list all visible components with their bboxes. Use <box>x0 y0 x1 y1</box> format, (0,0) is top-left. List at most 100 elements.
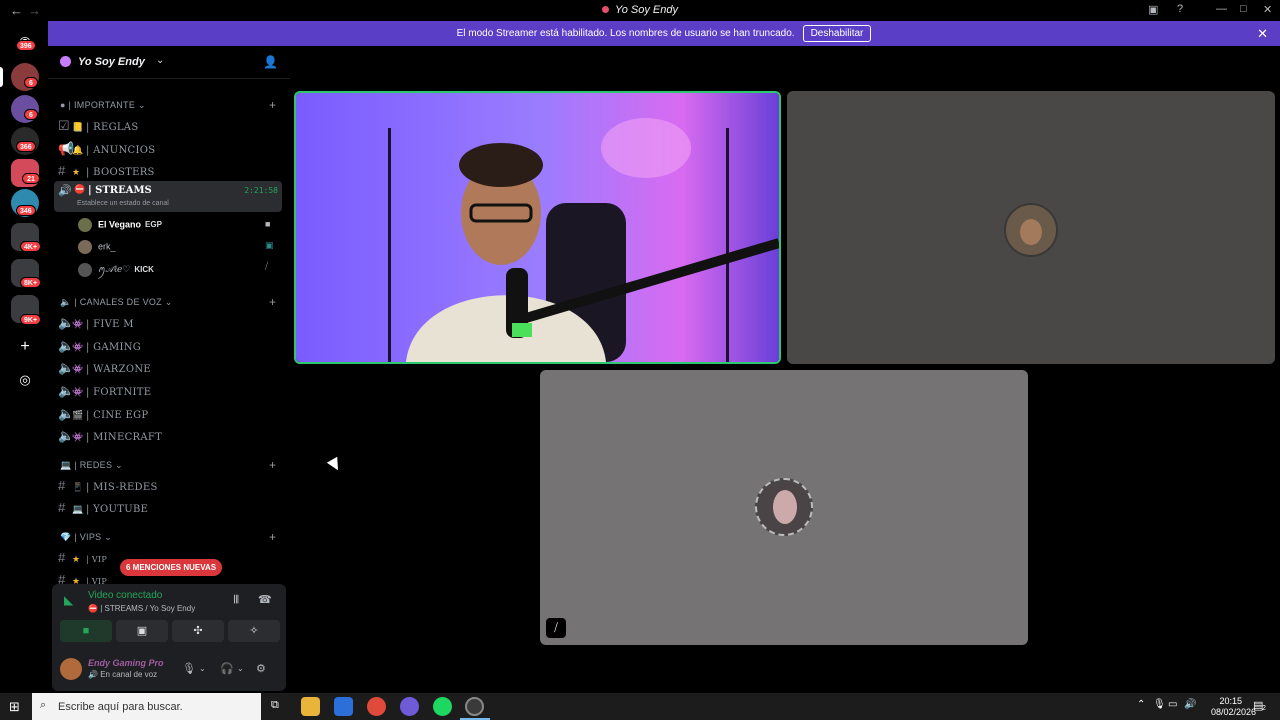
store-icon[interactable] <box>334 697 353 716</box>
avatar <box>78 218 92 232</box>
windows-start-icon[interactable]: ⊞ <box>9 699 20 715</box>
channel-fivem[interactable]: 🔈👾 | FIVE M <box>58 315 134 331</box>
network-icon[interactable]: ▭ <box>1168 699 1177 710</box>
taskbar-search[interactable]: ⌕ Escribe aquí para buscar. <box>32 693 261 720</box>
hash-icon: # <box>58 478 66 493</box>
close-icon[interactable]: ✕ <box>1257 26 1268 42</box>
disconnect-icon[interactable]: ☎ <box>258 593 272 606</box>
speaker-icon: 🔊 <box>58 185 72 197</box>
server-icon <box>602 6 609 13</box>
channel-label: | MINECRAFT <box>86 432 163 443</box>
voice-channel-path[interactable]: ⛔ | STREAMS / Yo Soy Endy <box>88 604 195 613</box>
maximize-icon[interactable]: □ <box>1240 3 1247 15</box>
video-tile-participant[interactable]: ⧸ <box>540 370 1028 645</box>
channel-vip[interactable]: # ★ | VIP <box>58 550 107 565</box>
mic-icon[interactable]: 🎙 <box>1153 699 1166 710</box>
server-badge-icon <box>60 56 71 67</box>
category-vips[interactable]: 💎 | VIPS ⌄ <box>60 532 112 543</box>
channel-label: | GAMING <box>86 342 142 353</box>
window-title-text: Yo Soy Endy <box>615 4 678 16</box>
channel-gaming[interactable]: 🔈👾 | GAMING <box>58 338 141 354</box>
server-name: Yo Soy Endy <box>78 56 145 68</box>
channel-anuncios[interactable]: 📢🔔 | ANUNCIOS <box>58 141 155 157</box>
gear-icon[interactable]: ⚙ <box>256 662 266 675</box>
channel-streams[interactable]: 🔊 ⛔ | STREAMS 2:21:58 Establece un estad… <box>54 181 282 212</box>
chevron-down-icon: ⌄ <box>156 55 165 66</box>
add-member-icon[interactable]: 👤 <box>263 55 278 69</box>
category-canales-voz[interactable]: 🔈 | CANALES DE VOZ ⌄ <box>60 297 173 308</box>
voice-user[interactable]: ꪑ𝒜ℓℯ♡ KICK <box>78 261 154 280</box>
clock-date[interactable]: 08/02/2026 <box>1211 707 1256 717</box>
screen-share-button[interactable]: ▣ <box>116 620 168 642</box>
speaker-icon: 🔈 <box>58 338 75 353</box>
soundboard-button[interactable]: ✧ <box>228 620 280 642</box>
disable-button[interactable]: Deshabilitar <box>802 25 872 42</box>
discover-icon[interactable]: ◎ <box>11 366 39 394</box>
muted-icon: ⧸ <box>546 618 566 638</box>
channel-label: | REGLAS <box>86 122 139 133</box>
clock-time[interactable]: 20:15 <box>1219 696 1242 706</box>
voice-status[interactable]: Video conectado <box>88 590 162 601</box>
add-channel-icon[interactable]: + <box>269 295 276 309</box>
add-server-icon[interactable]: + <box>11 334 39 362</box>
category-label: | VIPS <box>74 532 102 542</box>
camera-button[interactable]: ■ <box>60 620 112 642</box>
chevron-down-icon[interactable]: ⌄ <box>199 664 206 673</box>
film-icon: 🎬 <box>72 411 84 421</box>
channel-minecraft[interactable]: 🔈👾 | MINECRAFT <box>58 428 162 444</box>
task-view-icon[interactable]: ⧉ <box>271 699 279 712</box>
video-tile-speaking[interactable] <box>294 91 781 364</box>
server-header[interactable]: Yo Soy Endy ⌄ 👤 <box>48 46 290 79</box>
channel-label: | VIP <box>86 555 108 564</box>
channel-reglas[interactable]: ☑ 📒 | REGLAS <box>58 118 138 134</box>
channel-label: | CINE EGP <box>86 410 149 421</box>
camera-icon: ■ <box>265 219 271 229</box>
channel-boosters[interactable]: # ★ | BOOSTERS <box>58 163 155 178</box>
minimize-icon[interactable]: — <box>1216 3 1227 15</box>
category-label: | CANALES DE VOZ <box>74 297 162 307</box>
no-entry-icon: ⛔ <box>88 604 101 613</box>
volume-icon[interactable]: 🔊 <box>1184 699 1196 710</box>
mic-icon[interactable]: 🎙 <box>182 662 196 675</box>
chevron-down-icon[interactable]: ⌄ <box>237 664 244 673</box>
voice-user[interactable]: El Vegano EGP <box>78 218 162 232</box>
category-redes[interactable]: 💻 | REDES ⌄ <box>60 460 123 471</box>
signal-icon[interactable]: ◣ <box>64 593 73 607</box>
category-label: | IMPORTANTE <box>68 100 136 110</box>
channel-fortnite[interactable]: 🔈👾 | FORTNITE <box>58 383 151 399</box>
headphones-icon[interactable]: 🎧 <box>220 662 234 675</box>
channel-warzone[interactable]: 🔈👾 | WARZONE <box>58 360 151 376</box>
app-icon[interactable] <box>400 697 419 716</box>
channel-youtube[interactable]: # 💻 | YOUTUBE <box>58 500 148 515</box>
discord-taskbar-icon[interactable] <box>465 697 484 716</box>
new-mentions-pill[interactable]: 6 MENCIONES NUEVAS <box>120 559 223 576</box>
voice-user[interactable]: erk_ <box>78 240 116 254</box>
noise-suppression-icon[interactable]: 𝄃𝄃 <box>234 594 239 607</box>
chevron-up-icon[interactable]: ⌃ <box>1137 699 1145 710</box>
add-channel-icon[interactable]: + <box>269 458 276 472</box>
spotify-icon[interactable] <box>433 697 452 716</box>
category-importante[interactable]: ● | IMPORTANTE ⌄ <box>60 100 146 111</box>
voice-channel-text: | STREAMS / Yo Soy Endy <box>100 604 196 613</box>
add-channel-icon[interactable]: + <box>269 530 276 544</box>
user-name[interactable]: Endy Gaming Pro <box>88 658 164 668</box>
streamer-mode-banner: El modo Streamer está habilitado. Los no… <box>48 21 1280 46</box>
add-channel-icon[interactable]: + <box>269 98 276 112</box>
avatar[interactable] <box>60 658 82 680</box>
user-status: 🔊 En canal de voz <box>88 670 157 679</box>
channel-label: | WARZONE <box>86 364 151 375</box>
avatar <box>755 478 813 536</box>
close-icon[interactable]: ✕ <box>1263 3 1272 16</box>
inbox-icon[interactable]: ▣ <box>1148 3 1158 16</box>
channel-cine[interactable]: 🔈🎬 | CINE EGP <box>58 406 148 422</box>
chrome-icon[interactable] <box>367 697 386 716</box>
channel-mis-redes[interactable]: # 📱 | MIS-REDES <box>58 478 158 493</box>
file-explorer-icon[interactable] <box>301 697 320 716</box>
channel-status[interactable]: Establece un estado de canal <box>77 200 169 207</box>
rules-icon: ☑ <box>58 118 70 133</box>
screen-share-icon: ▣ <box>265 240 274 250</box>
video-tile-participant[interactable] <box>787 91 1275 364</box>
activities-button[interactable]: ✣ <box>172 620 224 642</box>
megaphone-icon: 📢 <box>58 141 75 156</box>
help-icon[interactable]: ? <box>1177 3 1183 15</box>
